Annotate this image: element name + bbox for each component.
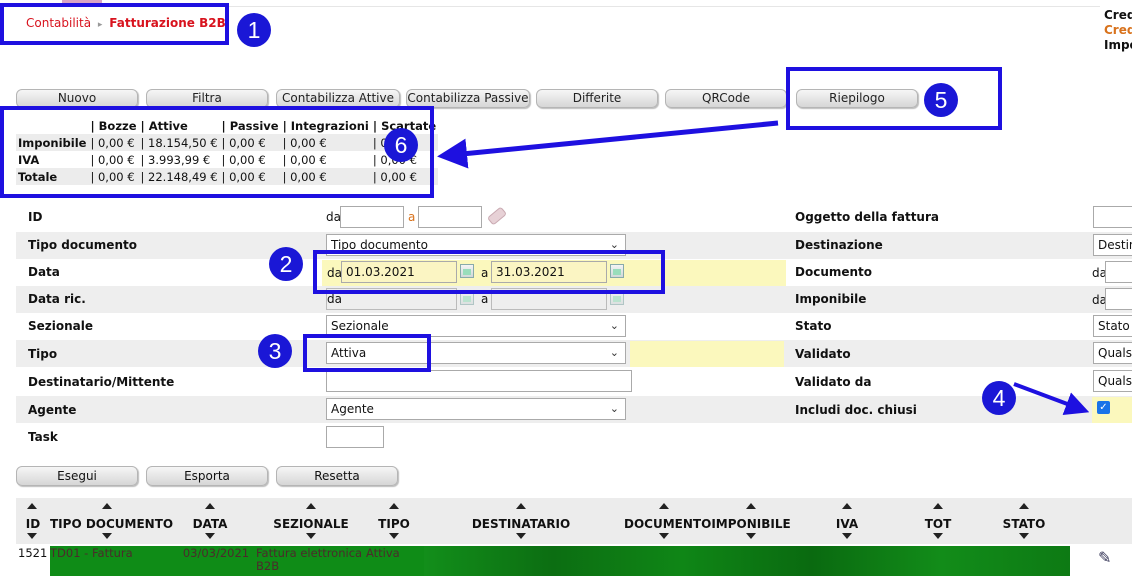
arrow-to-checkbox bbox=[1013, 382, 1090, 416]
arrow-riepilogo-to-summary bbox=[437, 120, 779, 169]
annotation-arrows bbox=[437, 120, 1090, 416]
